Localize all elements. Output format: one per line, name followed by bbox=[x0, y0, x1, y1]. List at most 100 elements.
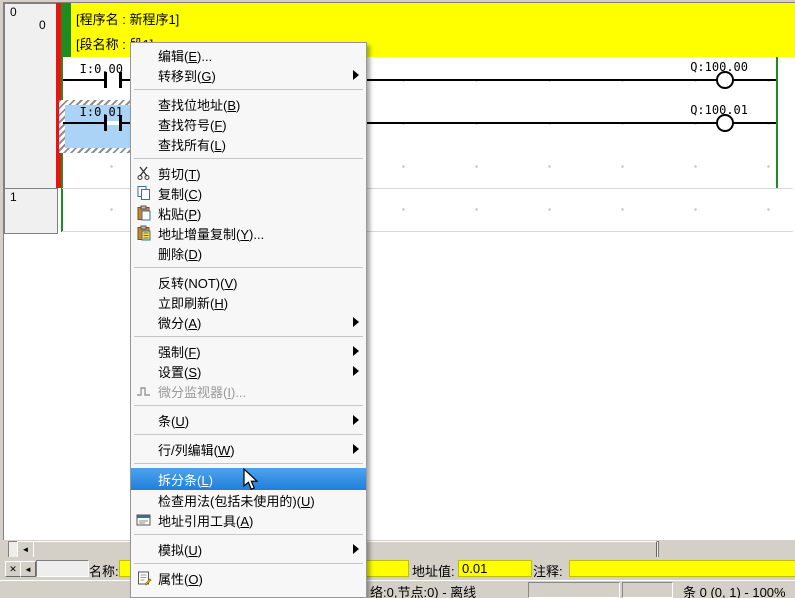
hscrollbar-row: ◄ bbox=[0, 540, 795, 557]
properties-icon bbox=[136, 570, 152, 586]
submenu-arrow-icon bbox=[353, 544, 359, 554]
menu-item-label: 设置(S) bbox=[158, 362, 201, 381]
menu-item-label: 立即刷新(H) bbox=[158, 293, 228, 312]
menu-separator bbox=[131, 559, 366, 568]
coil-q10000[interactable] bbox=[716, 71, 734, 89]
menu-separator bbox=[131, 332, 366, 341]
address-reference-icon bbox=[136, 512, 152, 528]
menu-separator bbox=[131, 154, 366, 163]
menu-separator bbox=[131, 85, 366, 94]
status-cell bbox=[622, 582, 673, 598]
menu-item-label: 查找所有(L) bbox=[158, 135, 226, 154]
menu-item-label: 粘贴(P) bbox=[158, 204, 201, 223]
menu-item-label: 属性(O) bbox=[158, 569, 203, 588]
paste-increment-icon bbox=[136, 225, 152, 241]
menu-item-7[interactable]: 剪切(T) bbox=[131, 163, 366, 183]
symbol-bar: ✕ ◄ 名称: 地址值: 0.01 注释: bbox=[0, 557, 795, 580]
menu-item-13[interactable]: 反转(NOT)(V) bbox=[131, 272, 366, 292]
contact-label[interactable]: I:0.01 bbox=[60, 105, 123, 119]
differential-monitor-icon bbox=[136, 383, 152, 399]
menu-item-1[interactable]: 转移到(G) bbox=[131, 65, 366, 85]
cx-programmer-window: 0 0 1 [程序名 : 新程序1] [段名称 : 段1] I:0.00 I:0… bbox=[0, 0, 795, 598]
symbol-selector[interactable] bbox=[36, 560, 89, 577]
menu-item-4[interactable]: 查找符号(F) bbox=[131, 114, 366, 134]
paste-icon bbox=[136, 205, 152, 221]
contact-label[interactable]: I:0.00 bbox=[60, 62, 123, 76]
menu-item-14[interactable]: 立即刷新(H) bbox=[131, 292, 366, 312]
copy-icon bbox=[136, 185, 152, 201]
status-cell bbox=[528, 582, 620, 598]
menu-item-23[interactable]: 行/列编辑(W) bbox=[131, 439, 366, 459]
menu-item-label: 查找符号(F) bbox=[158, 115, 227, 134]
menu-separator bbox=[131, 530, 366, 539]
menu-item-11[interactable]: 删除(D) bbox=[131, 243, 366, 263]
menu-item-8[interactable]: 复制(C) bbox=[131, 183, 366, 203]
close-button[interactable]: ✕ bbox=[5, 561, 21, 577]
scroll-left-button[interactable]: ◄ bbox=[17, 541, 34, 558]
menu-item-label: 模拟(U) bbox=[158, 540, 202, 559]
menu-separator bbox=[131, 263, 366, 272]
menu-item-21[interactable]: 条(U) bbox=[131, 410, 366, 430]
menu-item-3[interactable]: 查找位地址(B) bbox=[131, 94, 366, 114]
contact-gap bbox=[107, 78, 119, 82]
comment-field[interactable] bbox=[569, 560, 795, 577]
scissors-icon bbox=[136, 165, 152, 181]
menu-item-label: 行/列编辑(W) bbox=[158, 440, 235, 459]
submenu-arrow-icon bbox=[353, 444, 359, 454]
close-icon: ✕ bbox=[9, 564, 17, 575]
submenu-arrow-icon bbox=[353, 415, 359, 425]
menu-item-27[interactable]: 地址引用工具(A) bbox=[131, 510, 366, 530]
right-bus-rail bbox=[776, 57, 778, 188]
contact-gap bbox=[107, 121, 119, 125]
coil-q10001[interactable] bbox=[716, 114, 734, 132]
back-icon: ◄ bbox=[24, 565, 32, 574]
coil-label[interactable]: Q:100.01 bbox=[655, 103, 748, 117]
mouse-cursor-icon bbox=[243, 468, 259, 492]
menu-item-17[interactable]: 强制(F) bbox=[131, 341, 366, 361]
submenu-arrow-icon bbox=[353, 317, 359, 327]
cursor-position-status: 条 0 (0, 1) - 100% bbox=[683, 582, 786, 598]
rung-1-margin[interactable]: 1 bbox=[4, 188, 58, 234]
section-marker-bar bbox=[61, 3, 71, 57]
name-label: 名称: bbox=[89, 561, 119, 580]
coil-label[interactable]: Q:100.00 bbox=[655, 60, 748, 74]
menu-item-26[interactable]: 检查用法(包括未使用的)(U) bbox=[131, 490, 366, 510]
menu-item-19: 微分监视器(I)... bbox=[131, 381, 366, 401]
submenu-arrow-icon bbox=[353, 366, 359, 376]
menu-item-label: 编辑(E)... bbox=[158, 46, 212, 65]
menu-item-label: 查找位地址(B) bbox=[158, 95, 240, 114]
menu-separator bbox=[131, 459, 366, 468]
connection-status: 络:0,节点:0) - 离线 bbox=[370, 582, 476, 598]
menu-item-5[interactable]: 查找所有(L) bbox=[131, 134, 366, 154]
menu-item-label: 转移到(G) bbox=[158, 66, 216, 85]
menu-item-label: 强制(F) bbox=[158, 342, 201, 361]
menu-item-label: 地址引用工具(A) bbox=[158, 511, 253, 530]
menu-item-10[interactable]: 地址增量复制(Y)... bbox=[131, 223, 366, 243]
submenu-arrow-icon bbox=[353, 70, 359, 80]
menu-item-31[interactable]: 属性(O) bbox=[131, 568, 366, 588]
program-name-text: [程序名 : 新程序1] bbox=[76, 9, 179, 28]
address-label: 地址值: bbox=[412, 561, 455, 580]
menu-item-label: 检查用法(包括未使用的)(U) bbox=[158, 491, 315, 510]
menu-item-label: 微分(A) bbox=[158, 313, 201, 332]
menu-item-15[interactable]: 微分(A) bbox=[131, 312, 366, 332]
scroll-left-icon: ◄ bbox=[22, 545, 30, 554]
menu-separator bbox=[131, 430, 366, 439]
menu-item-label: 反转(NOT)(V) bbox=[158, 273, 237, 292]
menu-item-label: 地址增量复制(Y)... bbox=[158, 224, 264, 243]
menu-separator bbox=[131, 401, 366, 410]
rung-number: 1 bbox=[10, 190, 17, 204]
back-button[interactable]: ◄ bbox=[20, 561, 36, 577]
address-value-field[interactable]: 0.01 bbox=[458, 560, 532, 577]
menu-item-0[interactable]: 编辑(E)... bbox=[131, 45, 366, 65]
menu-item-label: 微分监视器(I)... bbox=[158, 382, 246, 401]
rung-number: 0 bbox=[10, 5, 17, 19]
rung-0-margin[interactable]: 0 0 bbox=[4, 3, 58, 190]
menu-item-29[interactable]: 模拟(U) bbox=[131, 539, 366, 559]
menu-item-18[interactable]: 设置(S) bbox=[131, 361, 366, 381]
menu-item-9[interactable]: 粘贴(P) bbox=[131, 203, 366, 223]
submenu-arrow-icon bbox=[353, 346, 359, 356]
status-bar: 络:0,节点:0) - 离线 条 0 (0, 1) - 100% bbox=[0, 580, 795, 598]
comment-label: 注释: bbox=[533, 561, 563, 580]
menu-item-label: 条(U) bbox=[158, 411, 189, 430]
